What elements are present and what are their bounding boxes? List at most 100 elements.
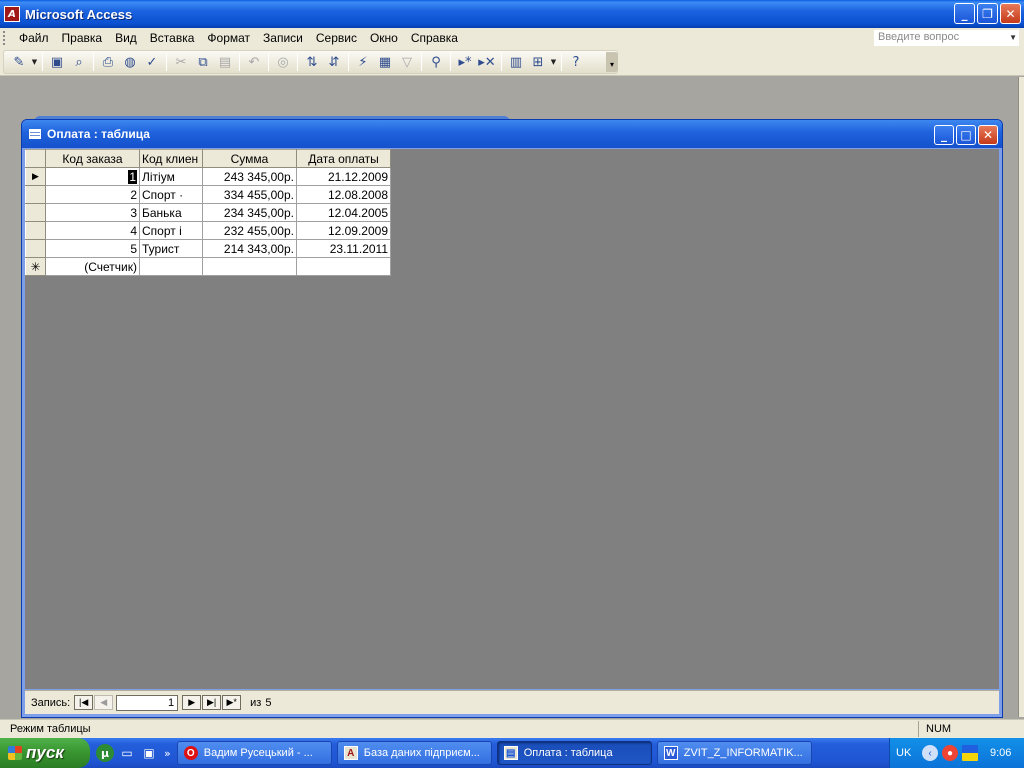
first-record-button[interactable]: |◀: [74, 695, 94, 710]
cell-order-id[interactable]: 5: [45, 239, 140, 258]
access-logo-icon[interactable]: A: [4, 6, 20, 22]
cell-client-id[interactable]: Турист: [139, 239, 203, 258]
minimize-button[interactable]: _: [954, 3, 975, 24]
antivirus-icon[interactable]: ●: [942, 745, 958, 761]
filter-by-form-icon[interactable]: ▦: [376, 53, 394, 71]
menu-edit[interactable]: Правка: [56, 31, 109, 45]
taskbar-button[interactable]: W ZVIT_Z_INFORMATIK...: [656, 741, 812, 765]
last-record-button[interactable]: ▶|: [202, 695, 222, 710]
cell-autonumber-placeholder[interactable]: (Счетчик): [45, 257, 140, 276]
app-title-bar[interactable]: A Microsoft Access _ ❐ ✕: [0, 0, 1024, 28]
menu-help[interactable]: Справка: [405, 31, 464, 45]
undo-icon[interactable]: ↶: [245, 53, 263, 71]
cell-client-id[interactable]: Банька: [139, 203, 203, 222]
spelling-icon[interactable]: ✓: [143, 53, 161, 71]
find-icon[interactable]: ⚲: [427, 53, 445, 71]
help-icon[interactable]: ?: [567, 53, 585, 71]
print-icon[interactable]: ⎙: [99, 53, 117, 71]
window-switcher-icon[interactable]: ▣: [140, 744, 158, 762]
menu-file[interactable]: Файл: [13, 31, 55, 45]
menu-format[interactable]: Формат: [201, 31, 256, 45]
cell-sum[interactable]: 243 345,00р.: [202, 167, 297, 186]
ukraine-flag-icon[interactable]: [962, 745, 978, 761]
cell-empty[interactable]: [202, 257, 297, 276]
new-record-icon[interactable]: ✳: [25, 257, 46, 276]
menu-tools[interactable]: Сервис: [310, 31, 363, 45]
column-header[interactable]: Код заказа: [45, 149, 140, 168]
ask-question-box[interactable]: Введите вопрос ▼: [874, 30, 1019, 46]
print-preview-icon[interactable]: ◍: [121, 53, 139, 71]
select-all-corner[interactable]: [25, 149, 46, 168]
cell-sum[interactable]: 214 343,00р.: [202, 239, 297, 258]
datasheet-title-bar[interactable]: Оплата : таблица _ □ ✕: [22, 120, 1002, 148]
database-window-icon[interactable]: ▥: [507, 53, 525, 71]
dropdown-icon[interactable]: ▼: [550, 53, 557, 71]
cell-order-id[interactable]: 3: [45, 203, 140, 222]
record-selector[interactable]: [25, 221, 46, 240]
cell-client-id[interactable]: Спорт і: [139, 221, 203, 240]
cell-sum[interactable]: 334 455,00р.: [202, 185, 297, 204]
sort-ascending-icon[interactable]: ⇅: [303, 53, 321, 71]
menu-records[interactable]: Записи: [257, 31, 309, 45]
cell-empty[interactable]: [296, 257, 391, 276]
cell-payment-date[interactable]: 12.09.2009: [296, 221, 391, 240]
cell-payment-date[interactable]: 21.12.2009: [296, 167, 391, 186]
delete-record-icon[interactable]: ▸✕: [478, 53, 496, 71]
cell-payment-date[interactable]: 23.11.2011: [296, 239, 391, 258]
close-button[interactable]: ✕: [1000, 3, 1021, 24]
record-selector[interactable]: [25, 185, 46, 204]
menu-insert[interactable]: Вставка: [144, 31, 201, 45]
column-header[interactable]: Код клиен: [139, 149, 203, 168]
new-record-button[interactable]: ▶*: [222, 695, 242, 710]
cell-payment-date[interactable]: 12.08.2008: [296, 185, 391, 204]
save-icon[interactable]: ▣: [48, 53, 66, 71]
view-design-icon[interactable]: ✎: [10, 53, 28, 71]
maximize-button[interactable]: □: [956, 125, 976, 145]
paste-icon[interactable]: ▤: [216, 53, 234, 71]
menu-view[interactable]: Вид: [109, 31, 143, 45]
current-record-field[interactable]: 1: [116, 694, 179, 711]
taskbar-button-active[interactable]: ▤ Оплата : таблица: [496, 741, 652, 765]
column-header[interactable]: Сумма: [202, 149, 297, 168]
next-record-button[interactable]: ▶: [182, 695, 202, 710]
search-file-icon[interactable]: ⌕: [70, 53, 88, 71]
cut-icon[interactable]: ✂: [172, 53, 190, 71]
previous-record-button[interactable]: ◀: [94, 695, 114, 710]
language-indicator[interactable]: UK: [896, 747, 918, 759]
record-selector[interactable]: [25, 203, 46, 222]
cell-payment-date[interactable]: 12.04.2005: [296, 203, 391, 222]
sort-descending-icon[interactable]: ⇵: [325, 53, 343, 71]
taskbar-button[interactable]: O Вадим Русецький - ...: [176, 741, 332, 765]
restore-button[interactable]: ❐: [977, 3, 998, 24]
cell-client-id[interactable]: Літіум: [139, 167, 203, 186]
hyperlink-icon[interactable]: ◎: [274, 53, 292, 71]
taskbar-button[interactable]: A База даних підприєм...: [336, 741, 492, 765]
column-header[interactable]: Дата оплаты: [296, 149, 391, 168]
cell-order-id[interactable]: 1: [45, 167, 140, 186]
tray-expand-icon[interactable]: ‹: [922, 745, 938, 761]
copy-icon[interactable]: ⧉: [194, 53, 212, 71]
menu-window[interactable]: Окно: [364, 31, 404, 45]
menubar-grip[interactable]: [3, 31, 7, 45]
toolbar-options-icon[interactable]: ▾: [606, 52, 618, 72]
record-selector[interactable]: [25, 239, 46, 258]
cell-order-id[interactable]: 4: [45, 221, 140, 240]
utorrent-icon[interactable]: µ: [96, 744, 114, 762]
cell-empty[interactable]: [139, 257, 203, 276]
cell-sum[interactable]: 234 345,00р.: [202, 203, 297, 222]
minimize-button[interactable]: _: [934, 125, 954, 145]
apply-filter-icon[interactable]: ▽: [398, 53, 416, 71]
filter-by-selection-icon[interactable]: ⚡: [354, 53, 372, 71]
clock[interactable]: 9:06: [990, 747, 1011, 759]
cell-client-id[interactable]: Спорт ·: [139, 185, 203, 204]
chevron-down-icon[interactable]: ▼: [1009, 30, 1017, 45]
new-record-icon[interactable]: ▸*: [456, 53, 474, 71]
new-object-icon[interactable]: ⊞: [529, 53, 547, 71]
current-record-icon[interactable]: ▶: [25, 167, 46, 186]
cell-order-id[interactable]: 2: [45, 185, 140, 204]
close-button[interactable]: ✕: [978, 125, 998, 145]
dropdown-icon[interactable]: ▼: [31, 53, 38, 71]
chevron-right-icon[interactable]: »: [164, 747, 171, 760]
cell-sum[interactable]: 232 455,00р.: [202, 221, 297, 240]
show-desktop-icon[interactable]: ▭: [118, 744, 136, 762]
